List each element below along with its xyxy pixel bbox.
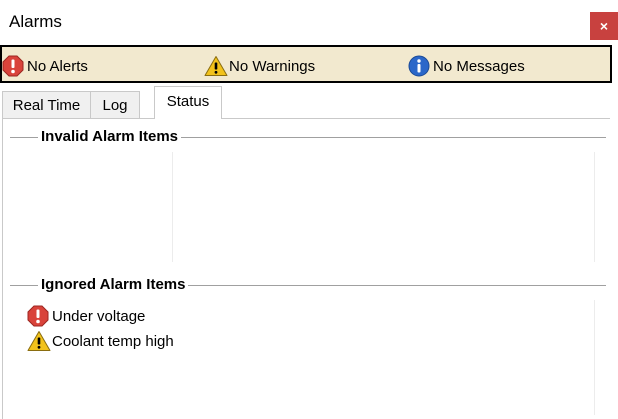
- tab-real-time[interactable]: Real Time: [2, 91, 91, 119]
- warning-icon: [27, 330, 51, 352]
- list-item[interactable]: Coolant temp high: [27, 330, 174, 352]
- list-divider: [172, 152, 173, 262]
- ignored-alarm-items-title: Ignored Alarm Items: [38, 276, 189, 293]
- error-icon: [2, 55, 24, 77]
- list-scroll-edge: [594, 300, 595, 415]
- warnings-label: No Warnings: [229, 57, 316, 75]
- messages-status: No Messages: [408, 55, 525, 77]
- alerts-label: No Alerts: [27, 57, 88, 75]
- tab-strip: Real Time Log Status: [0, 86, 612, 119]
- warning-icon: [204, 55, 228, 77]
- alerts-status: No Alerts: [2, 55, 88, 77]
- window-title: Alarms: [9, 12, 62, 31]
- status-panel: [2, 118, 610, 419]
- warnings-status: No Warnings: [204, 55, 315, 77]
- tab-status[interactable]: Status: [154, 86, 222, 119]
- title-bar: Alarms ×: [0, 0, 618, 44]
- list-item[interactable]: Under voltage: [27, 305, 145, 327]
- messages-label: No Messages: [433, 57, 525, 75]
- info-icon: [408, 55, 430, 77]
- ignored-alarm-items-header: Ignored Alarm Items: [10, 276, 606, 296]
- list-scroll-edge: [594, 152, 595, 262]
- invalid-alarm-items-header: Invalid Alarm Items: [10, 128, 606, 148]
- alarms-window: Alarms × No Alerts No Warnings No Messag…: [0, 0, 618, 419]
- invalid-alarm-items-title: Invalid Alarm Items: [38, 128, 181, 145]
- ignored-item-label: Coolant temp high: [52, 332, 174, 350]
- error-icon: [27, 305, 49, 327]
- close-button[interactable]: ×: [590, 12, 618, 40]
- ignored-item-label: Under voltage: [52, 307, 146, 325]
- alarm-summary-bar: No Alerts No Warnings No Messages: [0, 45, 612, 83]
- tab-log[interactable]: Log: [90, 91, 140, 119]
